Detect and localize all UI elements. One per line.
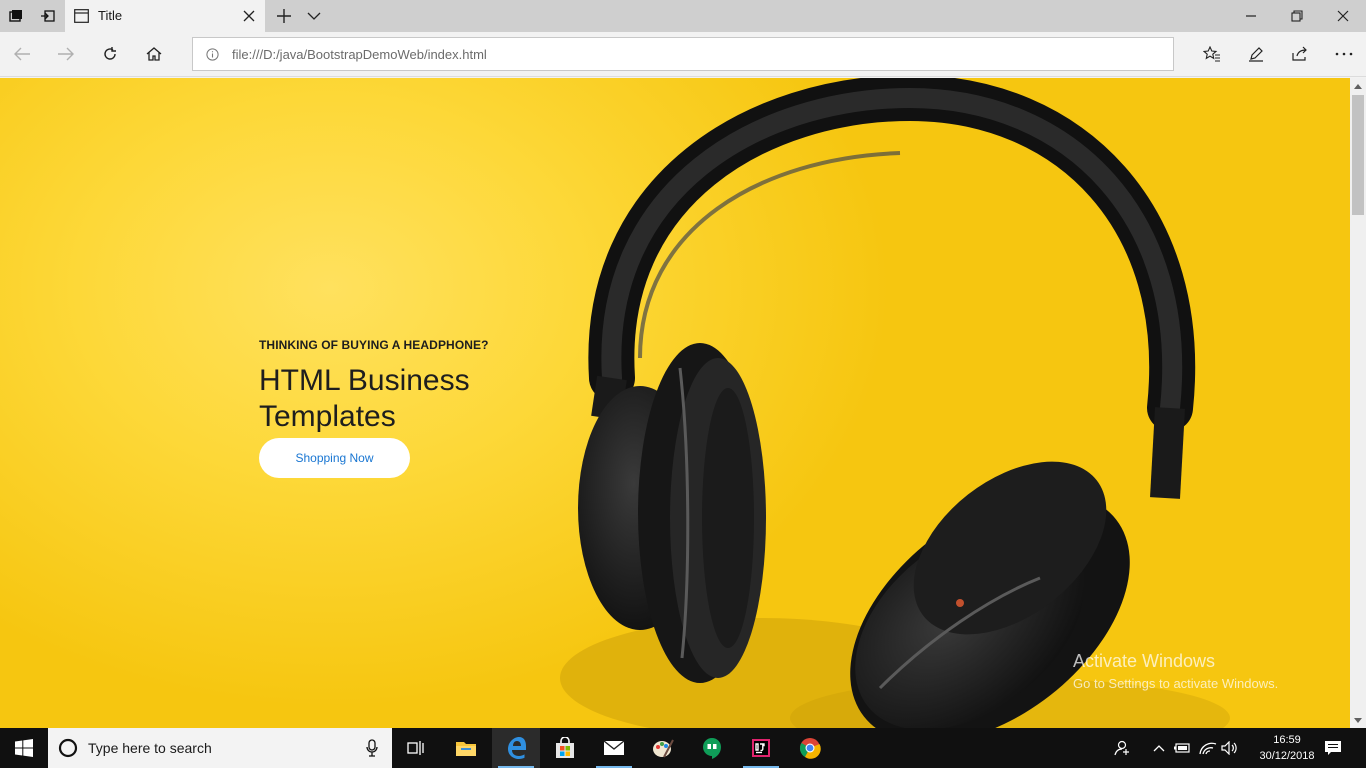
scroll-down-icon[interactable] [1350, 712, 1366, 728]
navigation-bar: file:///D:/java/BootstrapDemoWeb/index.h… [0, 32, 1366, 77]
browser-tab[interactable]: Title [65, 0, 265, 32]
hangouts-icon[interactable] [688, 728, 736, 768]
address-url[interactable]: file:///D:/java/BootstrapDemoWeb/index.h… [232, 47, 487, 62]
close-window-icon[interactable] [1320, 0, 1366, 32]
microphone-icon[interactable] [366, 739, 378, 757]
restore-icon[interactable] [1274, 0, 1320, 32]
search-placeholder: Type here to search [88, 740, 212, 756]
favorites-icon[interactable] [1190, 32, 1234, 76]
tab-strip: Title [0, 0, 1366, 32]
minimize-icon[interactable] [1228, 0, 1274, 32]
tab-preview-icon[interactable] [0, 0, 32, 32]
new-tab-icon[interactable] [270, 0, 298, 32]
action-center-icon[interactable] [1318, 728, 1348, 768]
watermark-title: Activate Windows [1073, 651, 1216, 671]
close-tab-icon[interactable] [241, 8, 257, 24]
file-explorer-icon[interactable] [442, 728, 490, 768]
page-icon [74, 9, 89, 23]
taskbar-search-box[interactable]: Type here to search [48, 728, 392, 768]
chevron-up-icon[interactable] [1150, 728, 1168, 768]
scroll-up-icon[interactable] [1350, 78, 1366, 94]
chrome-icon[interactable] [786, 728, 834, 768]
store-icon[interactable] [541, 728, 589, 768]
vertical-scrollbar[interactable] [1350, 78, 1366, 728]
intellij-idea-icon[interactable] [737, 728, 785, 768]
clock-time: 16:59 [1273, 734, 1301, 746]
watermark-subtitle: Go to Settings to activate Windows. [1073, 676, 1279, 691]
taskbar-clock[interactable]: 16:59 30/12/2018 [1252, 732, 1322, 764]
cortana-icon [58, 738, 78, 758]
share-icon[interactable] [1278, 32, 1322, 76]
volume-icon[interactable] [1220, 728, 1240, 768]
pen-icon[interactable] [1234, 32, 1278, 76]
set-tabs-aside-icon[interactable] [32, 0, 64, 32]
home-icon[interactable] [132, 32, 176, 76]
address-bar[interactable]: file:///D:/java/BootstrapDemoWeb/index.h… [192, 37, 1174, 71]
headphone-image [560, 78, 1230, 728]
shopping-now-button[interactable]: Shopping Now [259, 438, 410, 478]
forward-icon[interactable] [44, 32, 88, 76]
info-icon[interactable] [206, 48, 219, 61]
chevron-down-icon[interactable] [300, 0, 328, 32]
edge-browser-icon[interactable] [492, 728, 540, 768]
page-viewport: THINKING OF BUYING A HEADPHONE? HTML Bus… [0, 78, 1350, 728]
hero-eyebrow: THINKING OF BUYING A HEADPHONE? [259, 338, 489, 352]
back-icon[interactable] [0, 32, 44, 76]
wifi-icon[interactable] [1198, 728, 1218, 768]
more-icon[interactable] [1322, 32, 1366, 76]
mail-icon[interactable] [590, 728, 638, 768]
paint-icon[interactable] [639, 728, 687, 768]
hero-section: THINKING OF BUYING A HEADPHONE? HTML Bus… [259, 338, 519, 478]
hero-title: HTML Business Templates [259, 364, 470, 433]
people-icon[interactable] [1106, 728, 1140, 768]
scroll-thumb[interactable] [1352, 95, 1364, 215]
activate-windows-watermark: Activate Windows Go to Settings to activ… [1073, 651, 1278, 691]
windows-start-icon[interactable] [0, 728, 48, 768]
refresh-icon[interactable] [88, 32, 132, 76]
clock-date: 30/12/2018 [1259, 750, 1315, 762]
task-view-icon[interactable] [392, 728, 440, 768]
tab-title: Title [98, 8, 123, 23]
battery-icon[interactable] [1172, 728, 1192, 768]
taskbar: Type here to search 16:59 30/12/2018 [0, 728, 1366, 768]
